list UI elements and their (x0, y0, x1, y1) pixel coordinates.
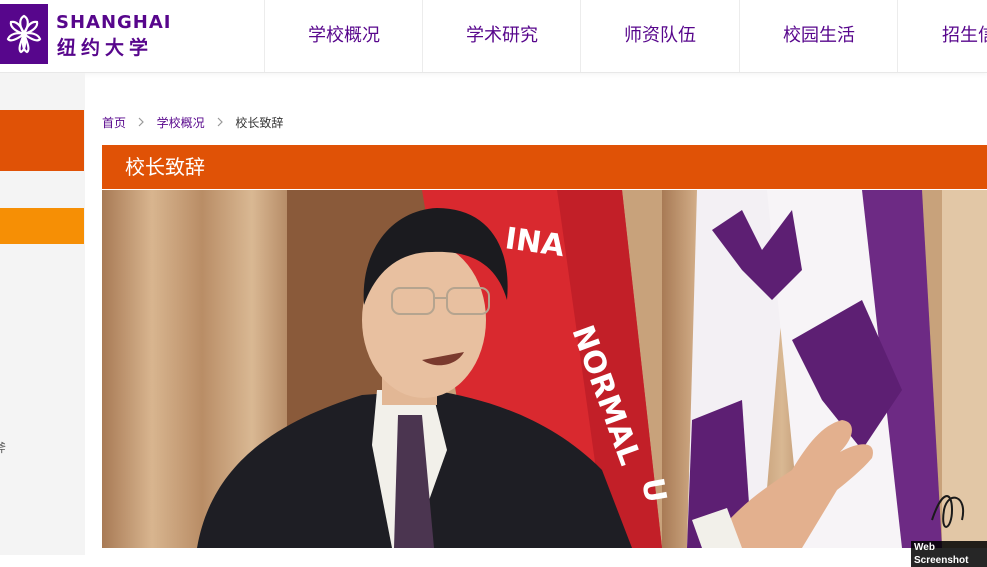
chevron-right-icon (138, 116, 145, 130)
president-photo: INA NORMAL U (102, 190, 987, 548)
screenshot-watermark: Web Screenshot (911, 541, 987, 567)
sidebar-item-label[interactable]: 斧 (0, 439, 6, 456)
sidebar-section-header (0, 110, 84, 171)
nyu-torch-logo-icon[interactable] (0, 4, 48, 64)
sidebar: 斧 (0, 73, 85, 555)
nav-item-about[interactable]: 学校概况 (264, 0, 423, 72)
page-title-bar: 校长致辞 (102, 145, 987, 189)
nav-item-research[interactable]: 学术研究 (422, 0, 581, 72)
logo-flower-icon (6, 14, 42, 54)
nav-item-admissions[interactable]: 招生信息 (897, 0, 987, 72)
page-title: 校长致辞 (125, 155, 205, 179)
nav-item-campus-life[interactable]: 校园生活 (739, 0, 898, 72)
site-header: SHANGHAI 纽约大学 学校概况 学术研究 师资队伍 校园生活 招生信息 (0, 0, 987, 73)
breadcrumb-home-link[interactable]: 首页 (102, 114, 126, 131)
president-photo-illustration: INA NORMAL U (102, 190, 987, 548)
nav-item-faculty[interactable]: 师资队伍 (580, 0, 739, 72)
logo-text-english[interactable]: SHANGHAI (56, 12, 172, 33)
breadcrumb: 首页 学校概况 校长致辞 (102, 114, 283, 131)
breadcrumb-section-link[interactable]: 学校概况 (157, 114, 205, 131)
chevron-right-icon (217, 116, 224, 130)
sidebar-item-active[interactable] (0, 208, 84, 244)
logo-text-chinese[interactable]: 纽约大学 (57, 33, 153, 60)
breadcrumb-current: 校长致辞 (235, 116, 284, 130)
